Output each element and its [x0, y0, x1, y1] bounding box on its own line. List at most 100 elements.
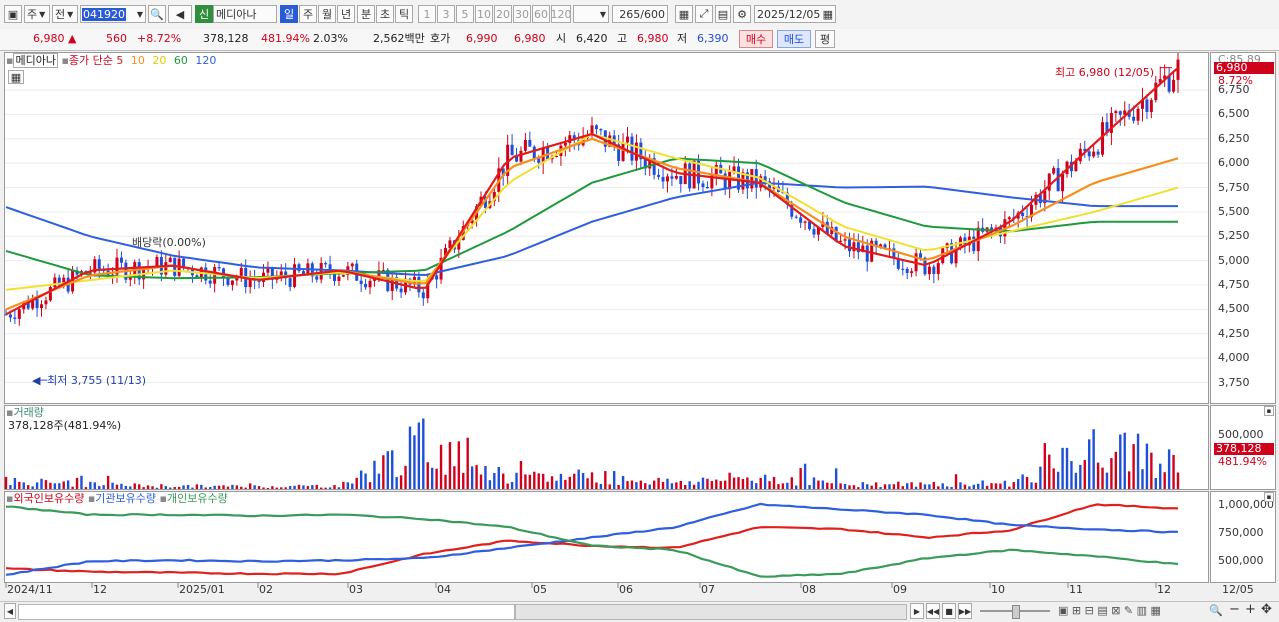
move-icon[interactable]: ✥: [1261, 603, 1272, 617]
volume-bar: [311, 485, 314, 489]
stop-icon[interactable]: ■: [942, 603, 956, 619]
bottom-bar: ◀ ▶ ◀◀ ■ ▶▶ ▣ ⊞ ⊟ ▤ ⊠ ✎ ▥ ▦ 🔍 − + ✥: [0, 601, 1279, 622]
holder-legend: ▪외국인보유수량 ▪기관보유수량 ▪개인보유수량: [6, 492, 228, 505]
volume-bar: [577, 469, 580, 489]
x-tick-label: 11: [1069, 583, 1083, 596]
ma20-label: 20: [152, 54, 167, 67]
volume-bar: [1043, 443, 1047, 489]
volume-bar: [382, 455, 385, 489]
volume-bar: [652, 480, 656, 489]
volume-bar: [1127, 471, 1131, 489]
volume-bar: [684, 484, 687, 489]
volume-bar: [111, 482, 114, 489]
volume-bar: [737, 477, 740, 489]
pane-close-icon[interactable]: ▪: [1264, 406, 1274, 416]
volume-bar: [9, 485, 12, 489]
candle-body: [1096, 151, 1100, 155]
search-icon[interactable]: 🔍: [1209, 604, 1223, 618]
pane-close-icon[interactable]: ▪: [1264, 492, 1274, 502]
candle-body: [688, 163, 692, 189]
volume-bar: [954, 474, 958, 489]
scrollbar-thumb[interactable]: [515, 604, 907, 620]
volume-bar: [919, 482, 922, 489]
volume-bar: [533, 471, 536, 489]
volume-bar: [137, 484, 141, 489]
volume-bar: [595, 482, 598, 489]
candle-body: [226, 277, 230, 285]
volume-bar: [129, 486, 132, 489]
volume-bar: [759, 478, 762, 489]
chart-table-icon[interactable]: ▦: [8, 70, 24, 84]
x-tick-label: 07: [701, 583, 715, 596]
candle-body: [297, 264, 301, 272]
zoom-slider-handle[interactable]: [1012, 605, 1020, 619]
candle-body: [803, 221, 807, 223]
x-tick-label: 03: [349, 583, 363, 596]
candle-body: [630, 136, 634, 161]
volume-bar: [288, 486, 292, 489]
candle-body: [53, 277, 57, 288]
volume-bar: [1096, 462, 1100, 489]
price-tick-label: 4,250: [1218, 326, 1250, 340]
volume-bar: [430, 467, 434, 489]
volume-bar: [568, 476, 572, 489]
candle-body: [1136, 108, 1140, 121]
price-tick-label: 6,000: [1218, 156, 1250, 170]
volume-bar: [1016, 479, 1020, 489]
price-tick-label: 5,000: [1218, 253, 1250, 267]
candle-body: [665, 176, 669, 182]
volume-bar: [692, 484, 696, 489]
candle-body: [594, 125, 598, 130]
volume-bar: [297, 484, 301, 489]
candle-body: [324, 263, 328, 265]
scroll-right-icon[interactable]: ▶: [910, 603, 924, 619]
volume-bar: [866, 484, 869, 489]
volume-bar: [746, 477, 749, 489]
min-price-label: ◀─최저 3,755 (11/13): [32, 374, 146, 387]
ma-prefix: 종가 단순: [68, 54, 113, 67]
volume-bar: [1176, 472, 1180, 489]
volume-bar: [941, 483, 944, 489]
volume-bar: [222, 485, 225, 489]
candle-body: [1118, 111, 1122, 115]
volume-bar: [599, 484, 603, 489]
scrollbar-track[interactable]: [18, 604, 515, 620]
volume-bar: [719, 481, 722, 489]
candle-body: [634, 142, 638, 161]
fast-forward-icon[interactable]: ▶▶: [958, 603, 972, 619]
volume-bar: [715, 479, 718, 489]
candle-body: [288, 278, 292, 287]
tool-icons[interactable]: ▣ ⊞ ⊟ ▤ ⊠ ✎ ▥ ▦: [1058, 604, 1161, 618]
volume-bar: [115, 484, 119, 489]
volume-bar: [621, 475, 625, 489]
price-tick-label: 6,250: [1218, 131, 1250, 145]
volume-bar: [160, 484, 163, 489]
rewind-icon[interactable]: ◀◀: [926, 603, 940, 619]
candle-body: [728, 171, 732, 190]
volume-bar: [368, 482, 372, 489]
legend-bullet-icon: ▪: [61, 54, 69, 67]
candle-body: [359, 280, 363, 284]
volume-bar: [426, 462, 429, 489]
volume-bar: [93, 482, 96, 489]
volume-bar: [781, 483, 785, 489]
volume-bar: [990, 483, 993, 489]
volume-bar: [417, 422, 421, 489]
candle-body: [208, 280, 212, 284]
volume-current-rate: 481.94%: [1218, 455, 1267, 468]
price-tick-label: 5,750: [1218, 180, 1250, 194]
volume-bar: [377, 473, 381, 489]
volume-bar: [617, 484, 620, 489]
volume-bar: [169, 487, 172, 489]
holder-tick-750000: 750,000: [1218, 526, 1264, 539]
volume-bar: [1167, 449, 1171, 489]
volume-bar: [812, 477, 816, 489]
zoom-in-icon[interactable]: +: [1245, 603, 1256, 617]
candle-body: [13, 317, 17, 319]
zoom-out-icon[interactable]: −: [1229, 603, 1240, 617]
volume-bar: [1114, 451, 1118, 489]
candle-body: [350, 263, 354, 267]
volume-bar: [80, 475, 83, 489]
volume-bar: [40, 478, 43, 489]
scroll-left-icon[interactable]: ◀: [4, 603, 16, 619]
